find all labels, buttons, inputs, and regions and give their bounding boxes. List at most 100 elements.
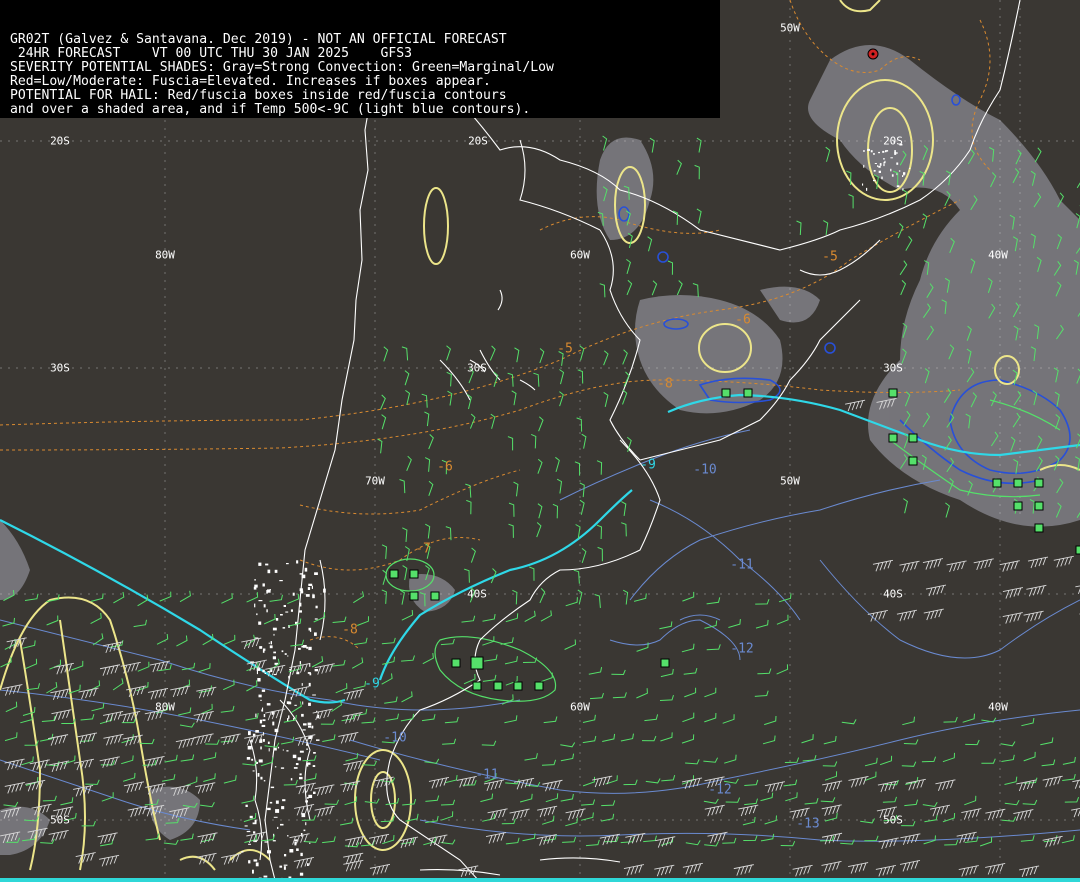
wind-barb — [485, 832, 507, 844]
wind-barb — [269, 594, 283, 602]
wind-barb — [446, 371, 452, 387]
wind-barb — [381, 673, 393, 685]
wind-barb — [540, 672, 553, 683]
wind-barb — [22, 640, 36, 649]
wind-barb — [824, 812, 838, 822]
island — [284, 653, 287, 655]
island — [299, 776, 303, 780]
island — [311, 585, 313, 589]
hail-box — [534, 681, 544, 691]
wind-barb — [946, 560, 967, 573]
hail-box — [1034, 501, 1044, 511]
island — [309, 629, 312, 632]
red-marker — [867, 48, 879, 60]
wind-barb — [508, 523, 514, 538]
island — [272, 721, 275, 726]
wind-barb — [48, 760, 70, 773]
island — [891, 174, 894, 177]
wind-barb — [626, 259, 631, 275]
wind-barb — [90, 593, 104, 602]
hail-box — [493, 681, 503, 691]
island — [903, 174, 905, 176]
island — [260, 746, 262, 750]
wind-barb — [562, 836, 577, 843]
wind-barb — [560, 753, 575, 762]
wind-barb — [744, 798, 758, 806]
island — [260, 776, 263, 780]
wind-barb — [185, 776, 198, 787]
wind-barb — [382, 835, 395, 845]
island — [281, 806, 285, 810]
wind-barb — [373, 776, 394, 789]
wind-barb — [541, 759, 557, 766]
island — [259, 646, 263, 649]
wind-barb — [877, 780, 899, 793]
wind-barb — [764, 781, 785, 793]
lat-label-30s: 30S — [883, 361, 903, 375]
island — [258, 759, 263, 763]
wind-barb — [533, 372, 540, 387]
wind-barb — [465, 483, 472, 498]
wind-barb — [1002, 587, 1023, 599]
wind-barb — [821, 804, 842, 816]
wind-barb — [313, 612, 326, 623]
wind-barb — [743, 835, 758, 841]
island — [882, 150, 885, 153]
wind-barb — [513, 481, 519, 497]
wind-barb — [538, 416, 544, 432]
island — [289, 669, 291, 671]
lat-label-40s: 40S — [467, 587, 487, 601]
wind-barb — [507, 372, 514, 387]
island — [873, 153, 875, 155]
wind-barb — [942, 812, 956, 823]
island — [248, 860, 251, 864]
wind-barb — [424, 411, 430, 427]
island — [300, 590, 304, 594]
island — [280, 767, 285, 769]
lon-label-60w: 60W — [570, 248, 590, 262]
island — [312, 594, 315, 599]
wind-barb — [203, 773, 216, 782]
island — [277, 746, 280, 749]
island — [287, 835, 289, 837]
wind-barb — [1023, 751, 1036, 762]
wind-barb — [399, 589, 405, 605]
wind-barb — [676, 159, 682, 175]
wind-barb — [335, 683, 348, 694]
wind-barb — [482, 674, 497, 682]
wind-barb — [692, 283, 699, 298]
island — [261, 689, 266, 692]
island — [263, 714, 266, 718]
wind-barb — [643, 835, 657, 843]
island — [292, 754, 297, 759]
island — [254, 819, 257, 823]
island — [255, 730, 259, 733]
island — [254, 579, 256, 581]
wind-barb — [464, 568, 470, 583]
wind-barb — [1002, 612, 1023, 624]
wind-barb — [901, 761, 917, 767]
wind-barb — [504, 656, 518, 665]
island — [267, 850, 271, 854]
island — [299, 588, 303, 592]
wind-barb — [864, 771, 877, 782]
contour-label-orange: -5 — [557, 341, 573, 357]
wind-barb — [621, 501, 627, 516]
wind-barb — [823, 220, 829, 235]
island — [313, 752, 316, 754]
wind-barb — [342, 712, 363, 724]
wind-barb — [179, 590, 191, 603]
island — [309, 842, 311, 844]
wind-barb — [704, 687, 717, 698]
wind-barb — [801, 734, 814, 744]
island — [308, 702, 311, 706]
wind-barb — [112, 678, 124, 691]
wind-barb — [470, 547, 476, 563]
wind-barb — [290, 701, 302, 714]
wind-barb — [722, 837, 737, 844]
wind-barb — [724, 754, 737, 764]
wind-barb — [596, 460, 603, 475]
wind-barb — [481, 740, 497, 746]
wind-barb — [612, 692, 627, 699]
island — [245, 804, 248, 807]
